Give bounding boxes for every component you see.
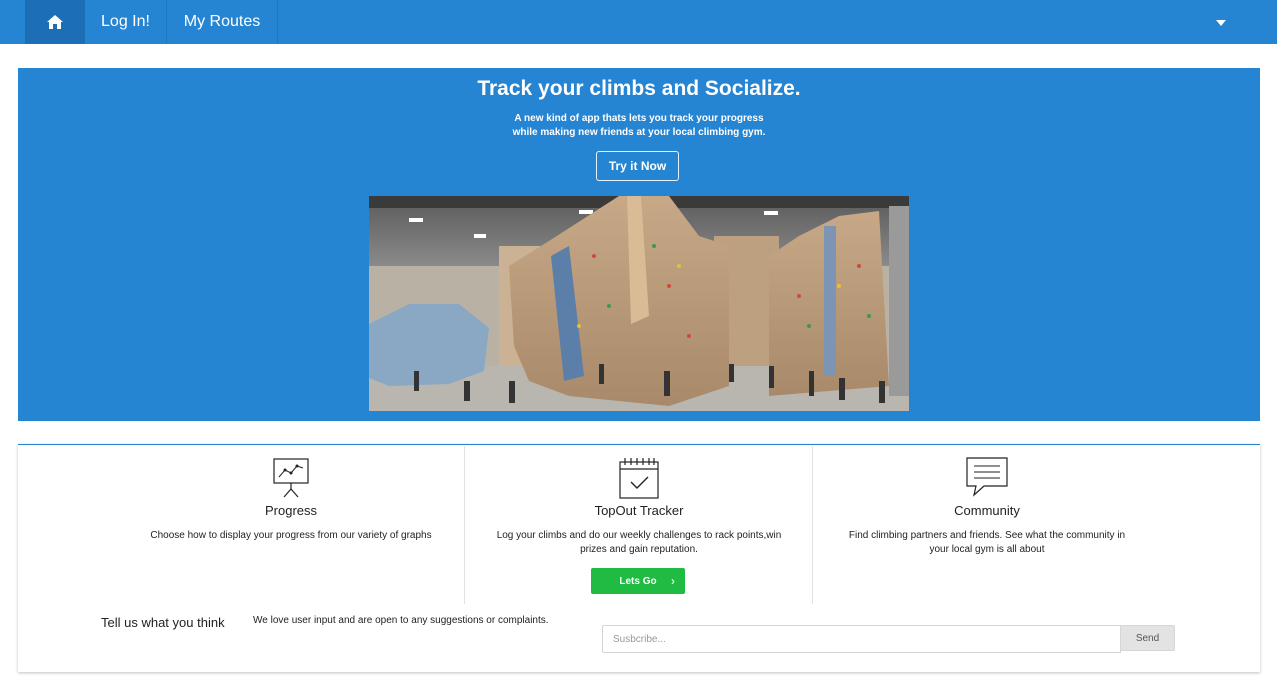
column-divider [812, 446, 813, 604]
feature-description-line: your local gym is all about [929, 544, 1045, 555]
speech-bubble-icon [966, 457, 1008, 497]
hero-subtitle-line: while making new friends at your local c… [512, 127, 766, 138]
try-it-now-button[interactable]: Try it Now [596, 151, 679, 181]
caret-down-icon [1216, 20, 1226, 26]
column-divider [464, 446, 465, 604]
lets-go-button[interactable]: Lets Go › [591, 568, 685, 594]
top-navbar: Log In! My Routes [0, 0, 1277, 44]
feature-progress-description: Choose how to display your progress from… [150, 530, 432, 541]
feature-progress-title: Progress [264, 503, 318, 518]
feature-topout-description: Log your climbs and do our weekly challe… [464, 529, 814, 557]
nav-login-link[interactable]: Log In! [85, 0, 167, 44]
climbing-gym-image [369, 196, 909, 411]
hero-section: Track your climbs and Socialize. A new k… [18, 68, 1260, 421]
feature-topout-title: TopOut Tracker [594, 503, 684, 518]
hero-title: Track your climbs and Socialize. [477, 77, 801, 100]
feature-description-line: Find climbing partners and friends. See … [848, 530, 1126, 541]
hero-subtitle: A new kind of app thats lets you track y… [489, 112, 789, 140]
calendar-check-icon [619, 458, 659, 499]
feature-community-title: Community [954, 503, 1020, 518]
chevron-right-icon: › [671, 574, 675, 588]
feature-description-line: Log your climbs and do our weekly challe… [496, 530, 782, 541]
presentation-chart-icon [273, 458, 309, 498]
send-button[interactable]: Send [1120, 625, 1175, 651]
feature-description-line: prizes and gain reputation. [580, 544, 698, 555]
nav-dropdown-toggle[interactable] [1212, 17, 1230, 29]
subscribe-input[interactable] [602, 625, 1121, 653]
lets-go-label: Lets Go [619, 575, 657, 587]
nav-my-routes-link[interactable]: My Routes [167, 0, 278, 44]
features-panel: Progress Choose how to display your prog… [18, 444, 1260, 672]
hero-subtitle-line: A new kind of app thats lets you track y… [514, 113, 764, 124]
nav-home-button[interactable] [25, 0, 85, 44]
feature-community-description: Find climbing partners and friends. See … [812, 529, 1162, 557]
feedback-text: We love user input and are open to any s… [253, 615, 549, 626]
home-icon [47, 15, 63, 29]
feedback-title: Tell us what you think [101, 615, 225, 630]
